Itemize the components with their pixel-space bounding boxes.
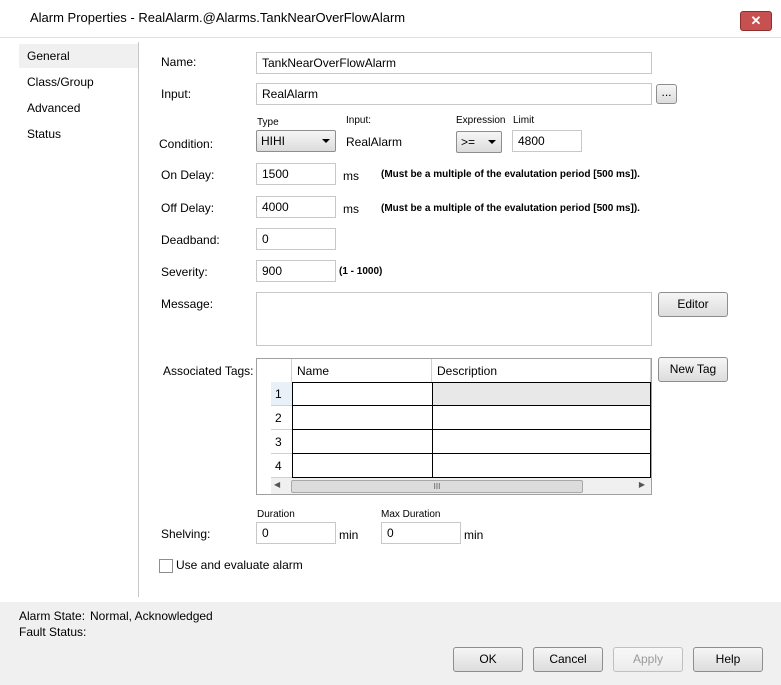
grid-cell-name[interactable] [292,454,433,478]
use-evaluate-checkbox[interactable] [159,559,173,573]
ok-button[interactable]: OK [453,647,523,672]
scroll-thumb[interactable]: III [291,480,583,493]
off-delay-unit: ms [343,202,359,216]
alarm-state-value: Normal, Acknowledged [90,609,213,623]
close-icon: ✕ [750,13,762,28]
expression-select-value: >= [461,135,476,149]
severity-field[interactable]: 900 [256,260,336,282]
on-delay-field[interactable]: 1500 [256,163,336,185]
nav-item-general[interactable]: General [19,44,138,68]
grid-row-header[interactable]: 4 [271,454,292,478]
duration-field[interactable]: 0 [256,522,336,544]
grid-cell-description[interactable] [432,382,651,406]
footer-panel: Alarm State: Normal, Acknowledged Fault … [0,602,781,685]
grid-row-header[interactable]: 2 [271,406,292,430]
type-select[interactable]: HIHI [256,130,336,152]
grid-cell-name[interactable] [292,382,433,406]
editor-button[interactable]: Editor [658,292,728,317]
name-label: Name: [161,55,197,69]
nav-item-advanced[interactable]: Advanced [19,96,138,120]
grid-row-header[interactable]: 1 [271,382,292,406]
max-duration-unit: min [464,528,484,542]
off-delay-label: Off Delay: [161,201,215,215]
title-bar: Alarm Properties - RealAlarm.@Alarms.Tan… [0,0,781,38]
input-label: Input: [161,87,192,101]
app-icon [10,12,22,24]
nav-item-status[interactable]: Status [19,122,138,146]
limit-label: Limit [513,115,535,126]
grid-cell-name[interactable] [292,406,433,430]
scroll-right-icon[interactable]: ▶ [639,480,645,489]
sidebar-nav: General Class/Group Advanced Status [19,42,139,597]
on-delay-note: (Must be a multiple of the evalutation p… [381,169,640,180]
apply-button[interactable]: Apply [613,647,683,672]
input-field[interactable]: RealAlarm [256,83,652,105]
input-col-value: RealAlarm [346,135,403,149]
chevron-down-icon [488,140,496,144]
off-delay-field[interactable]: 4000 [256,196,336,218]
duration-label: Duration [257,509,295,520]
severity-range: (1 - 1000) [339,266,383,277]
associated-tags-label: Associated Tags: [163,364,254,378]
input-col-label: Input: [346,115,372,126]
condition-label: Condition: [159,137,214,151]
close-button[interactable]: ✕ [740,11,772,31]
limit-field[interactable]: 4800 [512,130,582,152]
grid-header-name[interactable]: Name [292,359,432,383]
expression-label: Expression [456,115,506,126]
scroll-left-icon[interactable]: ◀ [274,480,280,489]
type-select-value: HIHI [261,134,285,148]
message-field[interactable] [256,292,652,346]
grid-header-description[interactable]: Description [432,359,651,383]
fault-status-label: Fault Status: [19,625,87,639]
associated-tags-grid: Name Description 1 2 3 4 ◀ III ▶ [256,358,652,495]
on-delay-label: On Delay: [161,168,215,182]
shelving-label: Shelving: [161,527,211,541]
grid-corner [271,359,292,383]
use-evaluate-label[interactable]: Use and evaluate alarm [176,558,303,572]
type-label: Type [257,117,279,128]
grid-cell-description[interactable] [432,406,651,430]
max-duration-field[interactable]: 0 [381,522,461,544]
new-tag-button[interactable]: New Tag [658,357,728,382]
severity-label: Severity: [161,265,208,279]
alarm-state-label: Alarm State: [19,609,86,623]
max-duration-label: Max Duration [381,509,441,520]
on-delay-unit: ms [343,169,359,183]
chevron-down-icon [322,139,330,143]
browse-button[interactable]: ... [656,84,677,104]
grid-row-header[interactable]: 3 [271,430,292,454]
grid-cell-description[interactable] [432,454,651,478]
name-field[interactable]: TankNearOverFlowAlarm [256,52,652,74]
grid-cell-description[interactable] [432,430,651,454]
horizontal-scrollbar[interactable]: ◀ III ▶ [271,478,651,494]
help-button[interactable]: Help [693,647,763,672]
cancel-button[interactable]: Cancel [533,647,603,672]
grid-cell-name[interactable] [292,430,433,454]
expression-select[interactable]: >= [456,131,502,153]
deadband-field[interactable]: 0 [256,228,336,250]
window-title: Alarm Properties - RealAlarm.@Alarms.Tan… [30,10,406,25]
nav-item-class-group[interactable]: Class/Group [19,70,138,94]
deadband-label: Deadband: [161,233,220,247]
off-delay-note: (Must be a multiple of the evalutation p… [381,203,640,214]
message-label: Message: [161,297,214,311]
duration-unit: min [339,528,359,542]
